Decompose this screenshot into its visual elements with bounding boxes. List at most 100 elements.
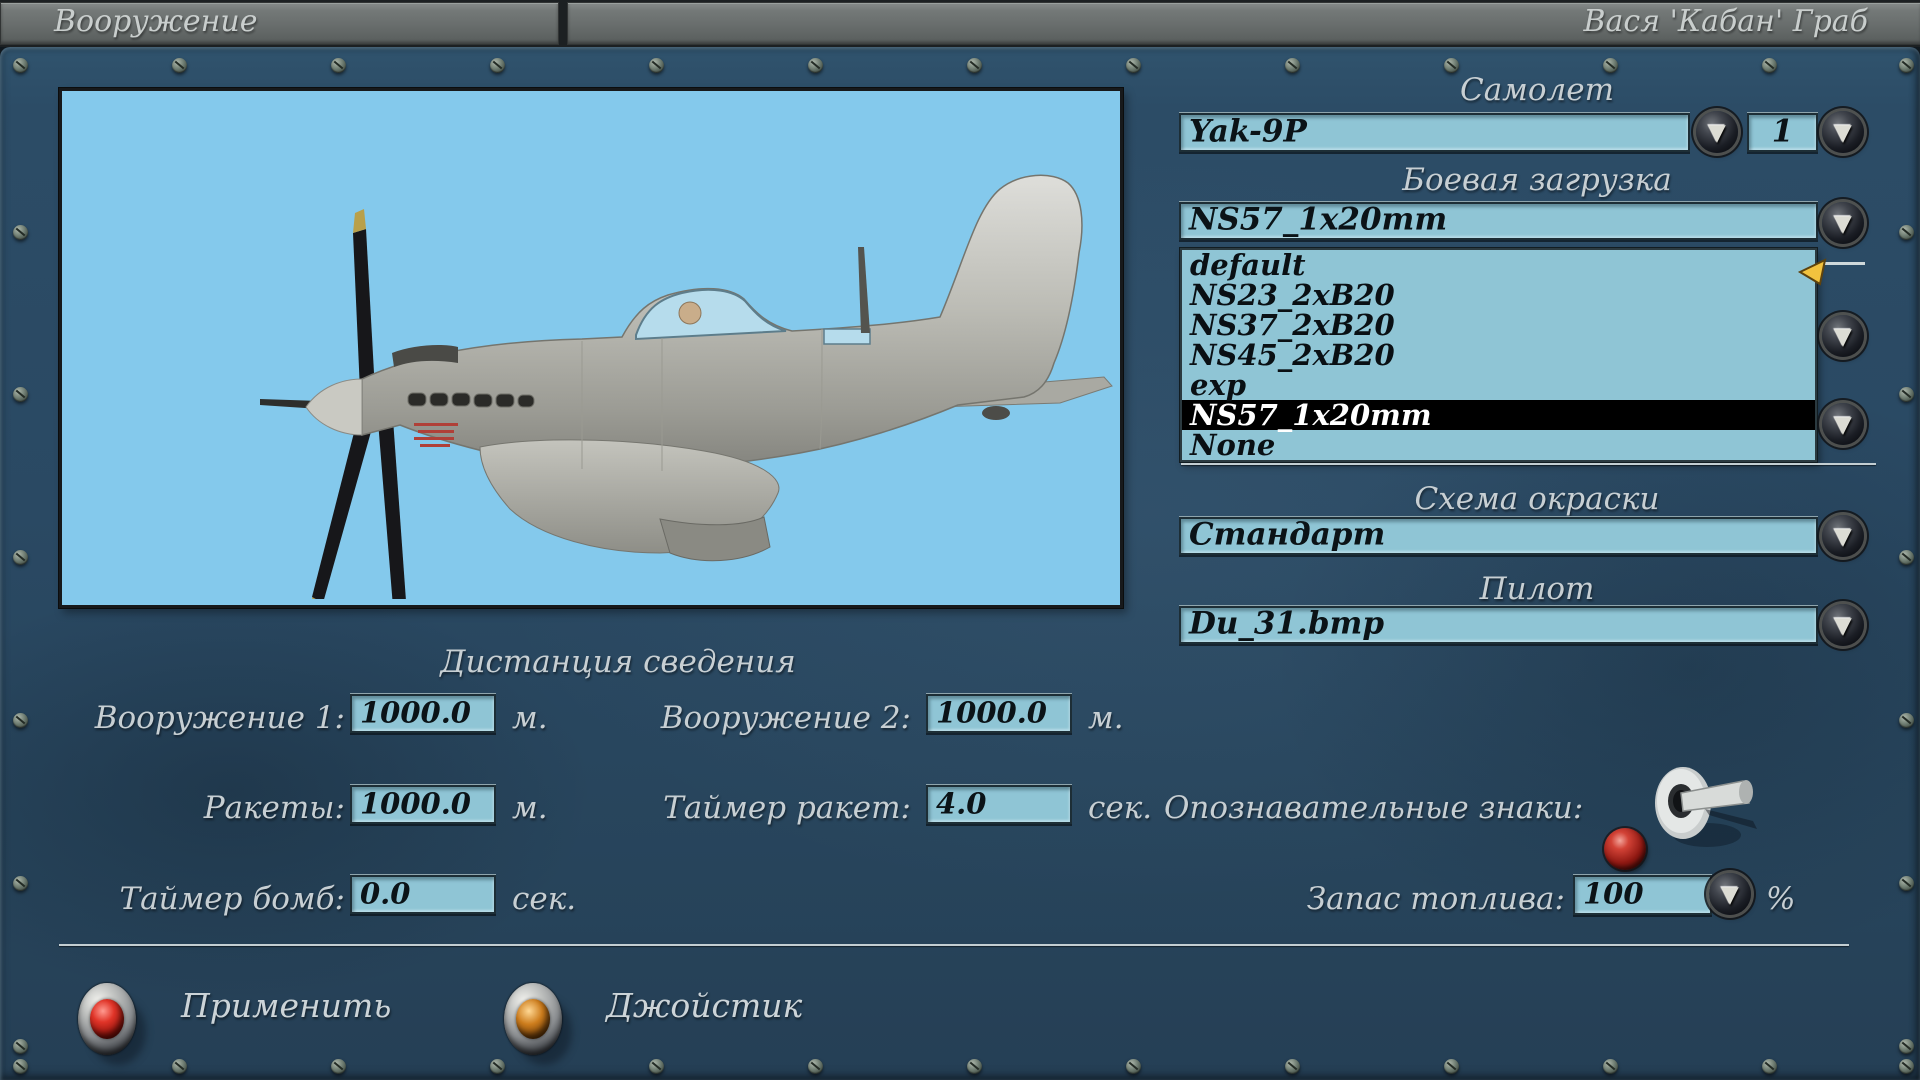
pilot-label: Пилот	[1479, 571, 1595, 607]
loadout-dropdown-button[interactable]: ▼	[1822, 202, 1864, 244]
rocket-timer-label: Таймер ракет:	[663, 790, 911, 826]
weapon1-field[interactable]: 1000.0	[350, 694, 496, 733]
weapon1-label: Вооружение 1:	[94, 700, 345, 736]
screen-title: Вооружение	[54, 4, 258, 39]
apply-button-label[interactable]: Применить	[181, 986, 391, 1025]
rivet-screw	[808, 1059, 823, 1074]
aircraft-count-value: 1	[1771, 113, 1794, 150]
pilot-combo[interactable]: Du_31.bmp	[1179, 606, 1818, 644]
player-name: Вася 'Кабан' Граб	[1583, 4, 1869, 39]
convergence-heading: Дистанция сведения	[440, 644, 796, 680]
pilot-combo-value: Du_31.bmp	[1189, 606, 1385, 642]
rivet-screw	[967, 58, 982, 73]
aircraft-preview	[59, 88, 1123, 608]
amber-button-icon	[516, 999, 550, 1039]
weapon1-unit: м.	[512, 700, 548, 736]
rivet-screw	[13, 1039, 28, 1054]
fuel-unit: %	[1766, 881, 1796, 917]
list-scroll-down-button[interactable]: ▼	[1822, 403, 1864, 445]
rivet-screw	[1126, 1059, 1141, 1074]
joystick-button[interactable]	[504, 983, 572, 1065]
fuel-dropdown-button[interactable]: ▼	[1709, 873, 1751, 915]
fuel-label: Запас топлива:	[1306, 881, 1565, 917]
bomb-timer-unit: сек.	[512, 881, 577, 917]
weapon2-label: Вооружение 2:	[660, 700, 911, 736]
rivet-screw	[808, 58, 823, 73]
loadout-option-0[interactable]: default	[1182, 250, 1815, 280]
rivet-screw	[967, 1059, 982, 1074]
rivet-screw	[1762, 58, 1777, 73]
rivet-screw	[13, 225, 28, 240]
rivet-screw	[1444, 58, 1459, 73]
loadout-combo-value: NS57_1x20mm	[1189, 202, 1448, 238]
loadout-label: Боевая загрузка	[1402, 162, 1672, 198]
loadout-combo[interactable]: NS57_1x20mm	[1179, 202, 1818, 240]
bottom-divider	[59, 944, 1849, 946]
rivet-screw	[1285, 58, 1300, 73]
aircraft-image	[260, 174, 1113, 599]
rivet-screw	[1762, 1059, 1777, 1074]
loadout-listbox[interactable]: default NS23_2xB20 NS37_2xB20 NS45_2xB20 exp…	[1180, 248, 1817, 462]
pilot-dropdown-button[interactable]: ▼	[1822, 604, 1864, 646]
loadout-option-4[interactable]: exp	[1182, 370, 1815, 400]
bomb-timer-value: 0.0	[360, 876, 411, 911]
paint-scheme-label: Схема окраски	[1414, 481, 1660, 517]
paint-dropdown-button[interactable]: ▼	[1822, 515, 1864, 557]
rivet-screw	[172, 58, 187, 73]
rivet-screw	[1899, 58, 1914, 73]
chevron-down-icon: ▼	[1834, 523, 1852, 550]
rockets-unit: м.	[512, 790, 548, 826]
chevron-down-icon: ▼	[1834, 119, 1852, 146]
weapon2-field[interactable]: 1000.0	[926, 694, 1072, 733]
rivet-screw	[1444, 1059, 1459, 1074]
rockets-field[interactable]: 1000.0	[350, 785, 496, 824]
chevron-down-icon: ▼	[1834, 210, 1852, 237]
loadout-option-3[interactable]: NS45_2xB20	[1182, 340, 1815, 370]
bomb-timer-label: Таймер бомб:	[119, 881, 345, 917]
rivet-screw	[490, 58, 505, 73]
rivet-screw	[1285, 1059, 1300, 1074]
divider-dash	[1822, 262, 1865, 265]
markings-indicator-lamp	[1604, 828, 1646, 870]
aircraft-count-field[interactable]: 1	[1747, 113, 1818, 152]
rivet-screw	[13, 387, 28, 402]
rocket-timer-unit: сек.	[1088, 790, 1153, 826]
chevron-down-icon: ▼	[1834, 411, 1852, 438]
rocket-timer-field[interactable]: 4.0	[926, 785, 1072, 824]
rivet-screw	[331, 1059, 346, 1074]
fuel-field[interactable]: 100	[1573, 875, 1712, 915]
joystick-button-label[interactable]: Джойстик	[606, 986, 802, 1025]
aircraft-dropdown-button[interactable]: ▼	[1696, 111, 1738, 153]
loadout-option-5[interactable]: NS57_1x20mm	[1182, 400, 1815, 430]
bomb-timer-field[interactable]: 0.0	[350, 875, 496, 914]
paint-scheme-combo[interactable]: Стандарт	[1179, 517, 1818, 555]
rivet-screw	[490, 1059, 505, 1074]
apply-button[interactable]	[78, 983, 146, 1065]
chevron-down-icon: ▼	[1721, 881, 1739, 908]
loadout-option-1[interactable]: NS23_2xB20	[1182, 280, 1815, 310]
rockets-label: Ракеты:	[203, 790, 345, 826]
list-scroll-up-button[interactable]: ▼	[1822, 315, 1864, 357]
chevron-down-icon: ▼	[1834, 612, 1852, 639]
rivet-screw	[1899, 550, 1914, 565]
rocket-timer-value: 4.0	[936, 786, 987, 821]
markings-label: Опознавательные знаки:	[1164, 790, 1584, 826]
rivet-screw	[13, 1059, 28, 1074]
weapon2-value: 1000.0	[936, 695, 1047, 730]
aircraft-combo[interactable]: Yak-9P	[1179, 113, 1690, 152]
rivet-screw	[1899, 1059, 1914, 1074]
fuel-value: 100	[1583, 876, 1644, 911]
aircraft-label: Самолет	[1459, 72, 1615, 108]
rivet-screw	[1603, 1059, 1618, 1074]
paint-scheme-value: Стандарт	[1189, 517, 1386, 553]
rivet-screw	[1899, 1039, 1914, 1054]
rivet-screw	[1603, 58, 1618, 73]
aircraft-count-button[interactable]: ▼	[1822, 111, 1864, 153]
aircraft-combo-value: Yak-9P	[1189, 113, 1307, 150]
markings-toggle-switch[interactable]	[1645, 763, 1770, 855]
loadout-option-2[interactable]: NS37_2xB20	[1182, 310, 1815, 340]
rivet-screw	[13, 713, 28, 728]
rivet-screw	[1899, 225, 1914, 240]
loadout-option-6[interactable]: None	[1182, 430, 1815, 460]
rivet-screw	[13, 550, 28, 565]
